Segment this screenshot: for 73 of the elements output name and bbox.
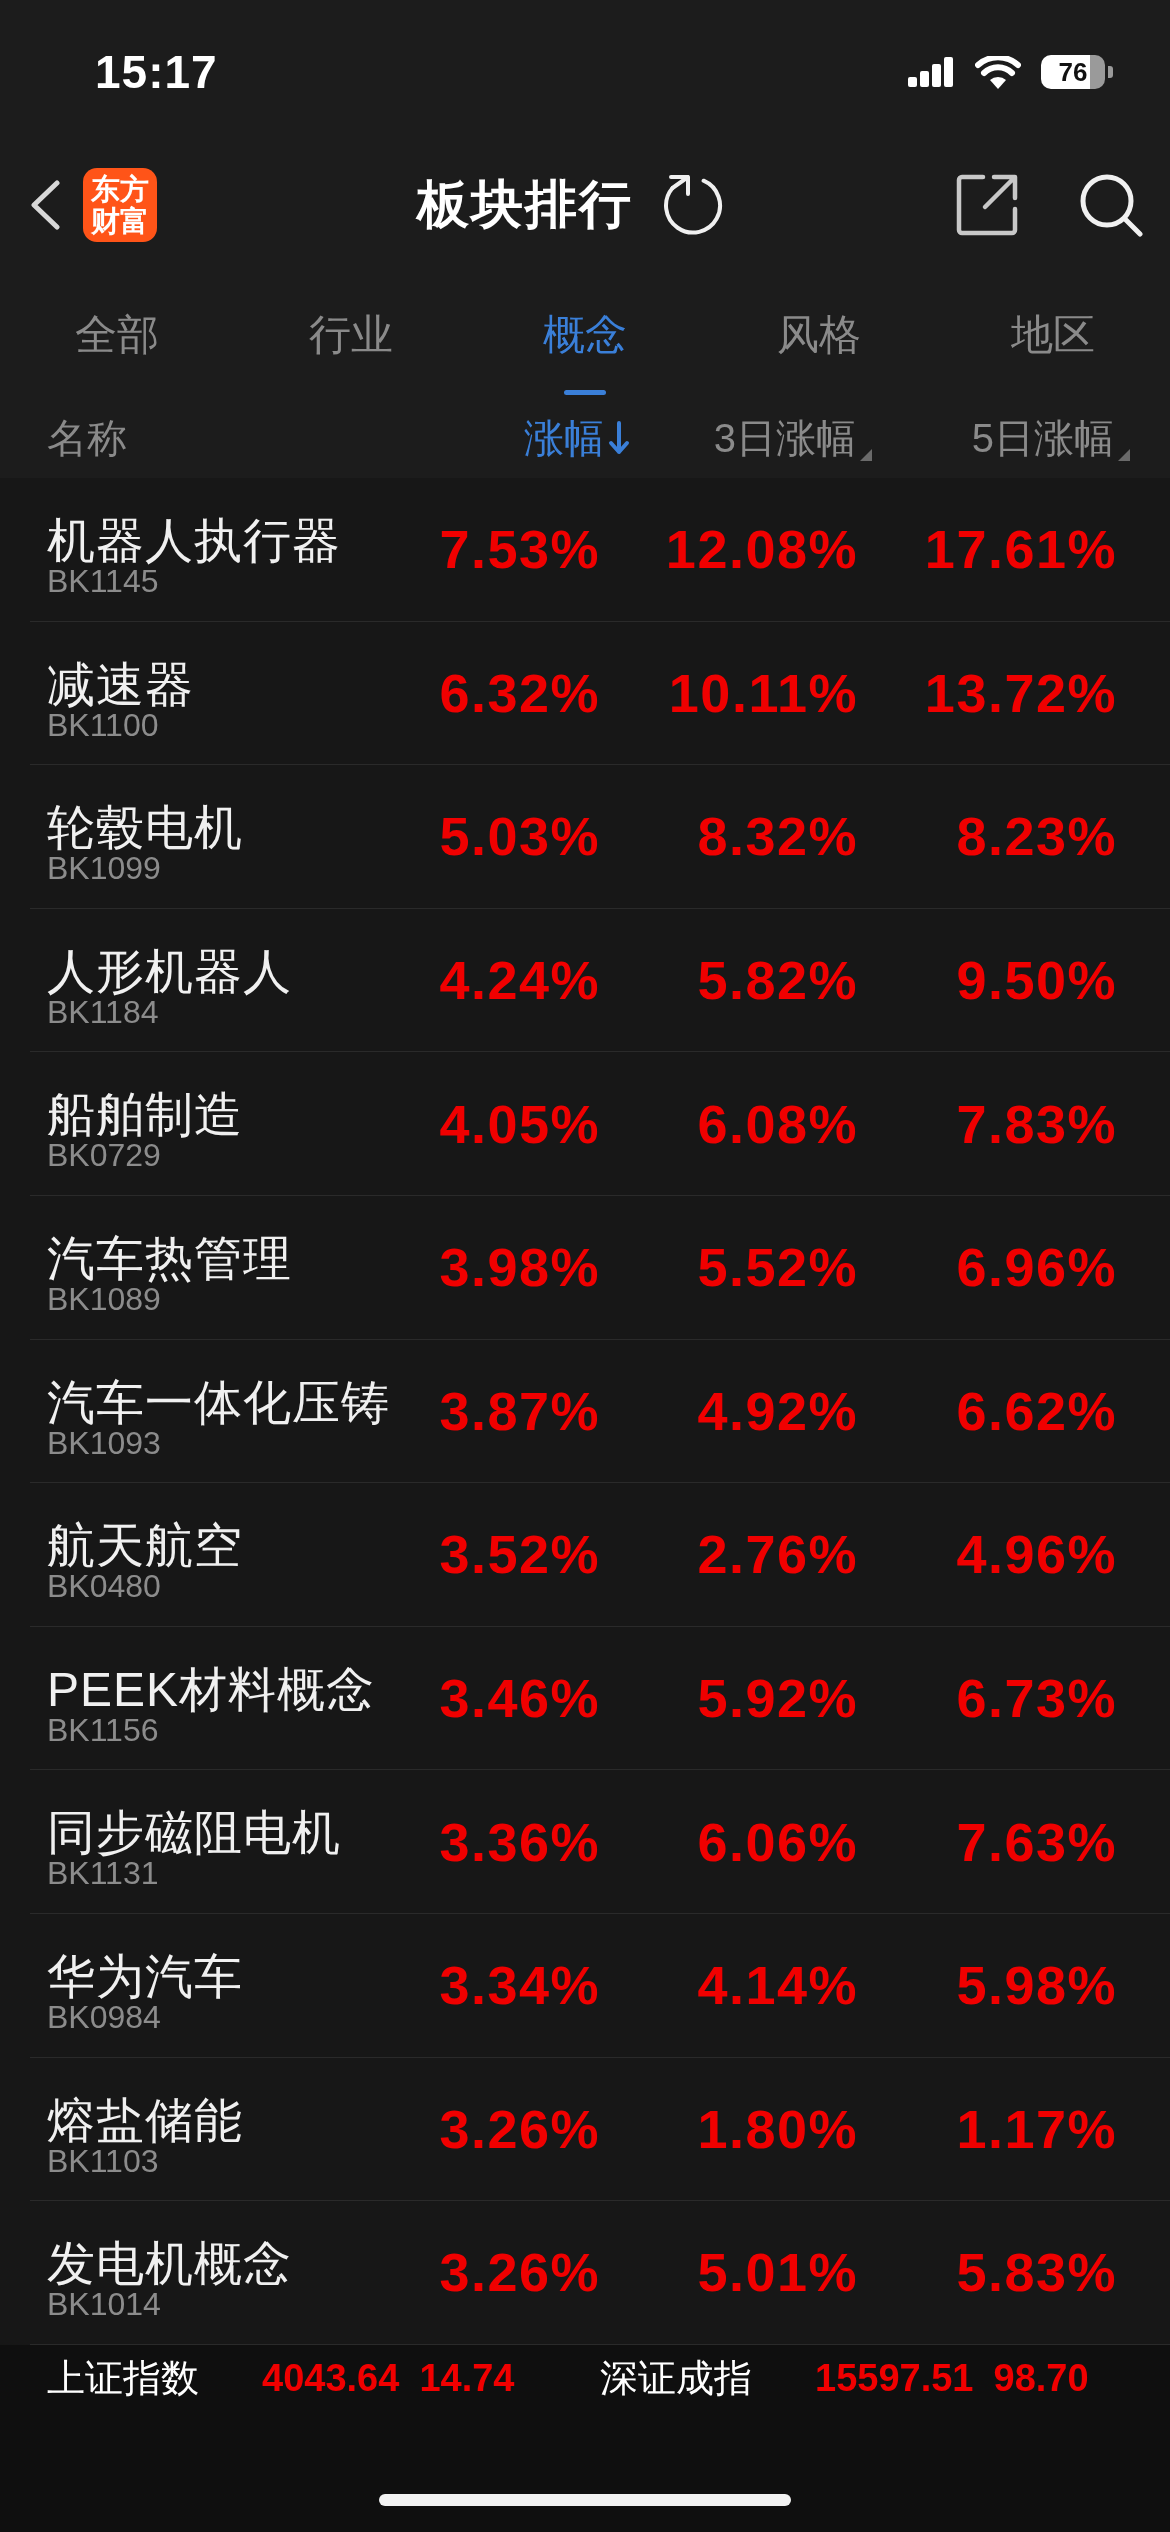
search-button[interactable] — [1079, 173, 1143, 237]
signal-icon — [908, 57, 955, 87]
change-value: 3.36% — [439, 1810, 600, 1873]
index-name: 上证指数 — [47, 2356, 200, 2402]
share-button[interactable] — [955, 173, 1019, 237]
category-tab[interactable]: 行业 — [234, 266, 468, 395]
change-value: 5.01% — [697, 2241, 858, 2304]
category-tab[interactable]: 全部 — [0, 266, 234, 395]
change-value: 3.34% — [439, 1954, 600, 2017]
change-value: 3.87% — [439, 1379, 600, 1442]
change-value: 6.73% — [956, 1667, 1117, 1730]
change-value: 5.52% — [697, 1236, 858, 1299]
sector-name: 汽车热管理 — [47, 1231, 292, 1286]
change-value: 6.06% — [697, 1810, 858, 1873]
index-value: 4043.64 — [262, 2357, 400, 2401]
change-value: 3.98% — [439, 1236, 600, 1299]
change-value: 6.96% — [956, 1236, 1117, 1299]
change-value: 4.05% — [439, 1092, 600, 1155]
change-value: 7.63% — [956, 1810, 1117, 1873]
change-value: 4.96% — [956, 1523, 1117, 1586]
change-value: 4.14% — [697, 1954, 858, 2017]
chevron-left-icon — [29, 180, 61, 230]
category-tab[interactable]: 概念 — [468, 266, 702, 395]
category-tab[interactable]: 地区 — [936, 266, 1170, 395]
change-value: 6.62% — [956, 1379, 1117, 1442]
sort-column-button[interactable]: 3日涨幅 — [713, 413, 872, 463]
arrow-down-icon — [608, 421, 630, 455]
change-value: 3.26% — [439, 2097, 600, 2160]
back-button[interactable] — [29, 180, 61, 230]
category-tab[interactable]: 风格 — [702, 266, 936, 395]
triangle-icon — [860, 449, 872, 461]
change-value: 17.61% — [924, 518, 1117, 581]
change-value: 5.98% — [956, 1954, 1117, 2017]
change-value: 5.03% — [439, 805, 600, 868]
change-value: 7.53% — [439, 518, 600, 581]
change-value: 3.26% — [439, 2241, 600, 2304]
change-value: 13.72% — [924, 661, 1117, 724]
change-value: 8.23% — [956, 805, 1117, 868]
index-value: 15597.51 — [815, 2357, 974, 2401]
change-value: 5.92% — [697, 1667, 858, 1730]
refresh-icon — [663, 174, 725, 236]
share-icon — [955, 173, 1019, 237]
change-value: 10.11% — [668, 661, 858, 724]
sort-column-button[interactable]: 5日涨幅 — [971, 413, 1130, 463]
change-value: 1.17% — [956, 2097, 1117, 2160]
change-value: 9.50% — [956, 949, 1117, 1012]
change-value: 3.46% — [439, 1667, 600, 1730]
change-value: 5.82% — [697, 949, 858, 1012]
change-value: 6.32% — [439, 661, 600, 724]
change-value: 5.83% — [956, 2241, 1117, 2304]
change-value: 12.08% — [665, 518, 858, 581]
index-name: 深证成指 — [600, 2356, 753, 2402]
wifi-icon — [975, 55, 1021, 89]
sector-name: 人形机器人 — [47, 944, 292, 999]
page-title: 板块排行 — [417, 174, 633, 235]
change-value: 1.80% — [697, 2097, 858, 2160]
status-time: 15:17 — [95, 49, 218, 95]
battery-indicator: 76 — [1041, 55, 1113, 89]
search-icon — [1079, 173, 1143, 237]
change-value: 7.83% — [956, 1092, 1117, 1155]
change-value: 3.52% — [439, 1523, 600, 1586]
app-logo: 东方 财富 — [83, 168, 157, 242]
change-value: 6.08% — [697, 1092, 858, 1155]
index-change: 98.70 — [993, 2357, 1089, 2401]
sort-column-button[interactable]: 涨幅 — [524, 413, 630, 463]
change-value: 4.92% — [697, 1379, 858, 1442]
refresh-button[interactable] — [663, 174, 725, 236]
triangle-icon — [1118, 449, 1130, 461]
index-change: 14.74 — [419, 2357, 515, 2401]
change-value: 8.32% — [697, 805, 858, 868]
change-value: 2.76% — [697, 1523, 858, 1586]
column-header: 名称 — [47, 414, 128, 462]
change-value: 4.24% — [439, 949, 600, 1012]
